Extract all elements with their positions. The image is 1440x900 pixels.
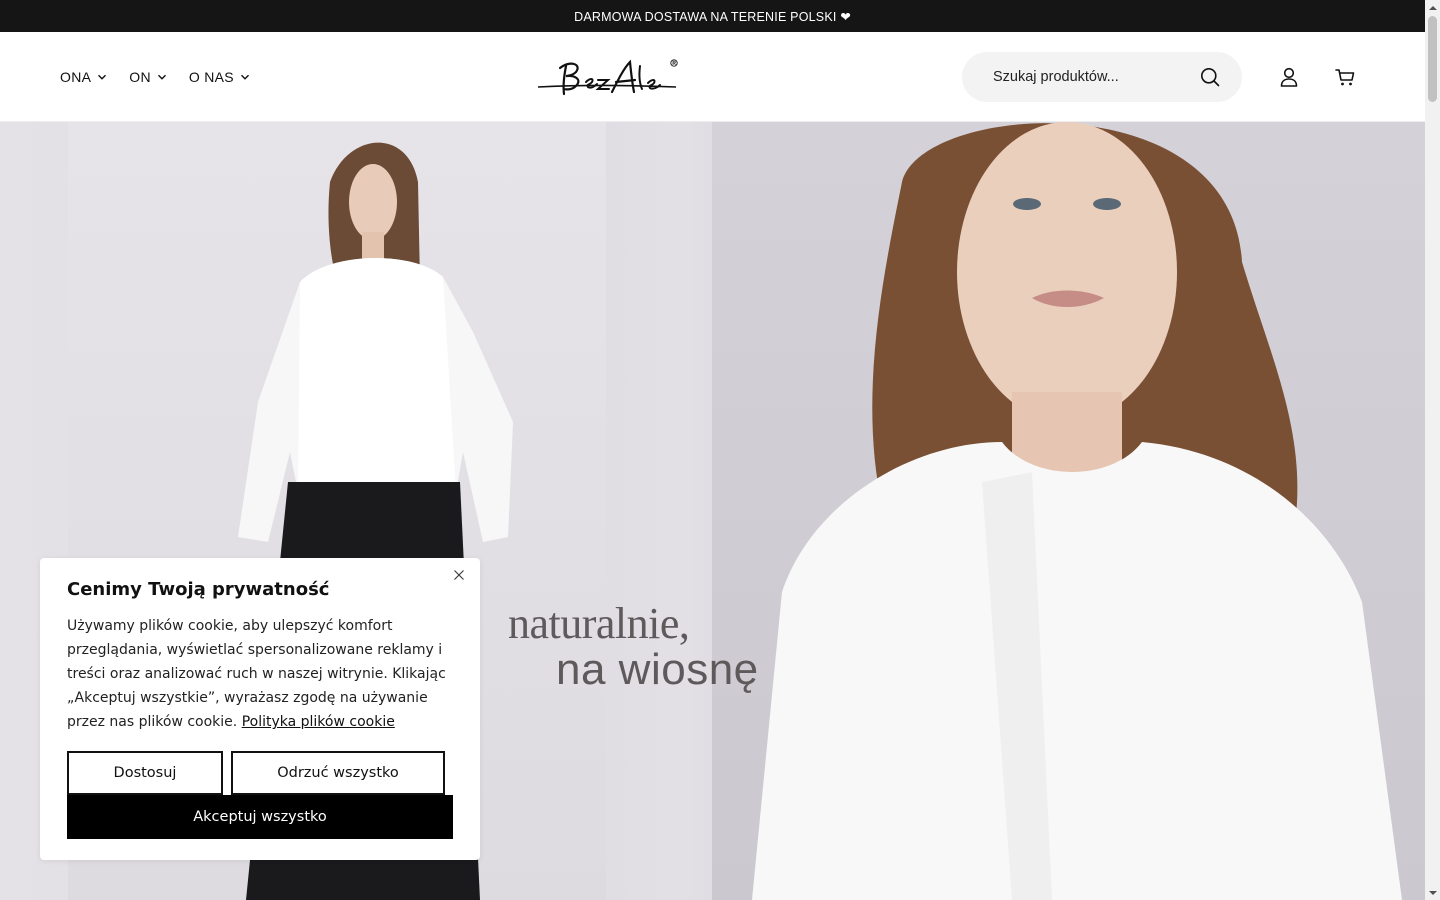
cookie-policy-link[interactable]: Polityka plików cookie	[242, 714, 395, 730]
announcement-text: DARMOWA DOSTAWA NA TERENIE POLSKI ❤	[574, 9, 851, 24]
accept-all-button[interactable]: Akceptuj wszystko	[67, 795, 453, 839]
cookie-title: Cenimy Twoją prywatność	[67, 579, 330, 600]
cookie-consent-dialog: Cenimy Twoją prywatność Używamy plików c…	[40, 558, 480, 860]
cart-icon	[1335, 69, 1355, 86]
site-header: ONA ON O NAS	[0, 32, 1425, 122]
search-input[interactable]	[993, 69, 1200, 85]
search-icon[interactable]	[1200, 67, 1220, 87]
hero-image-right	[712, 122, 1425, 900]
nav-item-ona[interactable]: ONA	[60, 69, 107, 85]
nav-item-label: ON	[129, 69, 151, 85]
nav-item-on[interactable]: ON	[129, 69, 167, 85]
model-portrait-image	[752, 122, 1402, 900]
account-button[interactable]	[1278, 66, 1300, 88]
hero-headline: naturalnie, na wiosnę	[508, 600, 828, 692]
chevron-down-icon	[98, 74, 107, 80]
main-nav: ONA ON O NAS	[60, 32, 250, 122]
scrollbar-thumb[interactable]	[1428, 16, 1437, 102]
customize-button[interactable]: Dostosuj	[67, 751, 223, 795]
announcement-bar: DARMOWA DOSTAWA NA TERENIE POLSKI ❤	[0, 0, 1425, 32]
reject-all-button[interactable]: Odrzuć wszystko	[231, 751, 445, 795]
cart-button[interactable]	[1334, 66, 1356, 88]
hero-headline-line2: na wiosnę	[556, 645, 759, 694]
cookie-description: Używamy plików cookie, aby ulepszyć komf…	[67, 614, 457, 734]
page-scrollbar[interactable]	[1425, 0, 1440, 900]
scroll-down-arrow-icon[interactable]	[1425, 885, 1440, 900]
nav-item-o-nas[interactable]: O NAS	[189, 69, 250, 85]
nav-item-label: ONA	[60, 69, 92, 85]
close-icon[interactable]	[452, 568, 466, 582]
chevron-down-icon	[157, 74, 166, 80]
hero-headline-line1: naturalnie,	[508, 599, 690, 648]
nav-item-label: O NAS	[188, 69, 234, 85]
chevron-down-icon	[240, 74, 249, 80]
logo[interactable]	[536, 56, 682, 102]
bezale-logo-icon	[537, 59, 678, 96]
search-bar[interactable]	[962, 52, 1242, 102]
page: DARMOWA DOSTAWA NA TERENIE POLSKI ❤ ONA …	[0, 0, 1425, 900]
user-icon	[1280, 67, 1298, 87]
scroll-up-arrow-icon[interactable]	[1425, 0, 1440, 15]
